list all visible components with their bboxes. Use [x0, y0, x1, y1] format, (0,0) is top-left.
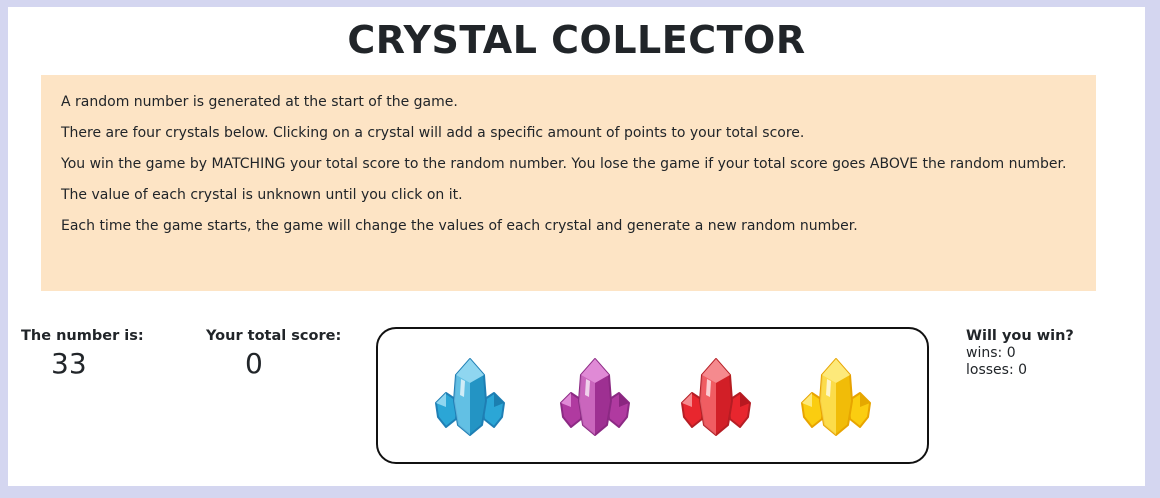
red-crystal-button[interactable] [678, 357, 754, 437]
losses-counter: losses: 0 [966, 362, 1074, 379]
instruction-line: You win the game by MATCHING your total … [61, 156, 1067, 172]
target-number-label: The number is: [21, 328, 144, 344]
win-status-heading: Will you win? [966, 328, 1074, 344]
losses-value: 0 [1018, 362, 1028, 378]
crystal-container [376, 327, 929, 464]
instruction-line: There are four crystals below. Clicking … [61, 125, 805, 141]
purple-crystal-icon [560, 358, 630, 436]
game-page: CRYSTAL COLLECTOR A random number is gen… [8, 7, 1145, 486]
target-number-value: 33 [51, 347, 87, 380]
instructions-panel: A random number is generated at the star… [41, 75, 1096, 291]
blue-crystal-button[interactable] [432, 357, 508, 437]
instruction-line: The value of each crystal is unknown unt… [61, 187, 463, 203]
red-crystal-icon [681, 358, 751, 436]
total-score-value: 0 [245, 347, 263, 380]
yellow-crystal-button[interactable] [798, 357, 874, 437]
total-score-label: Your total score: [206, 328, 342, 344]
page-title: CRYSTAL COLLECTOR [347, 18, 806, 62]
purple-crystal-button[interactable] [557, 357, 633, 437]
instruction-line: A random number is generated at the star… [61, 94, 458, 110]
losses-label: losses: [966, 362, 1014, 378]
wins-counter: wins: 0 [966, 345, 1074, 362]
wins-value: 0 [1006, 345, 1016, 361]
instruction-line: Each time the game starts, the game will… [61, 218, 858, 234]
yellow-crystal-icon [801, 358, 871, 436]
blue-crystal-icon [435, 358, 505, 436]
win-status: Will you win? wins: 0 losses: 0 [966, 328, 1074, 379]
wins-label: wins: [966, 345, 1003, 361]
